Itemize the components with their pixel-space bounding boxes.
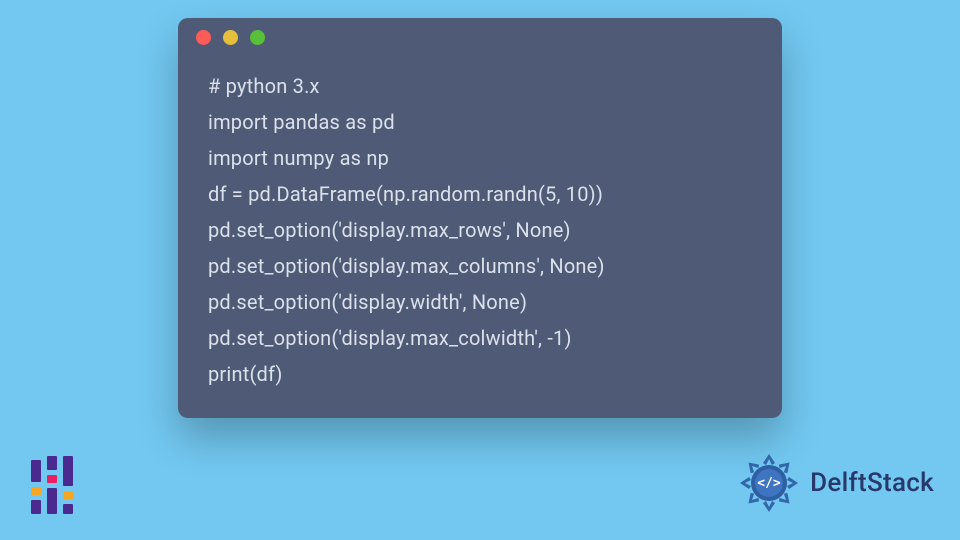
code-line: pd.set_option('display.max_rows', None) <box>208 212 752 248</box>
code-line: df = pd.DataFrame(np.random.randn(5, 10)… <box>208 176 752 212</box>
svg-text:</>: </> <box>757 476 781 491</box>
code-line: print(df) <box>208 356 752 392</box>
window-titlebar <box>178 18 782 56</box>
maximize-icon <box>250 30 265 45</box>
code-line: pd.set_option('display.max_columns', Non… <box>208 248 752 284</box>
code-body: # python 3.x import pandas as pd import … <box>178 56 782 412</box>
code-line: pd.set_option('display.width', None) <box>208 284 752 320</box>
brand-sunburst-icon: </> <box>738 452 800 514</box>
code-line: import pandas as pd <box>208 104 752 140</box>
code-line: # python 3.x <box>208 68 752 104</box>
brand-name: DelftStack <box>810 468 934 498</box>
left-bars-icon <box>22 454 82 514</box>
code-line: pd.set_option('display.max_colwidth', -1… <box>208 320 752 356</box>
minimize-icon <box>223 30 238 45</box>
brand-logo: </> DelftStack <box>738 452 934 514</box>
close-icon <box>196 30 211 45</box>
code-window: # python 3.x import pandas as pd import … <box>178 18 782 418</box>
code-line: import numpy as np <box>208 140 752 176</box>
